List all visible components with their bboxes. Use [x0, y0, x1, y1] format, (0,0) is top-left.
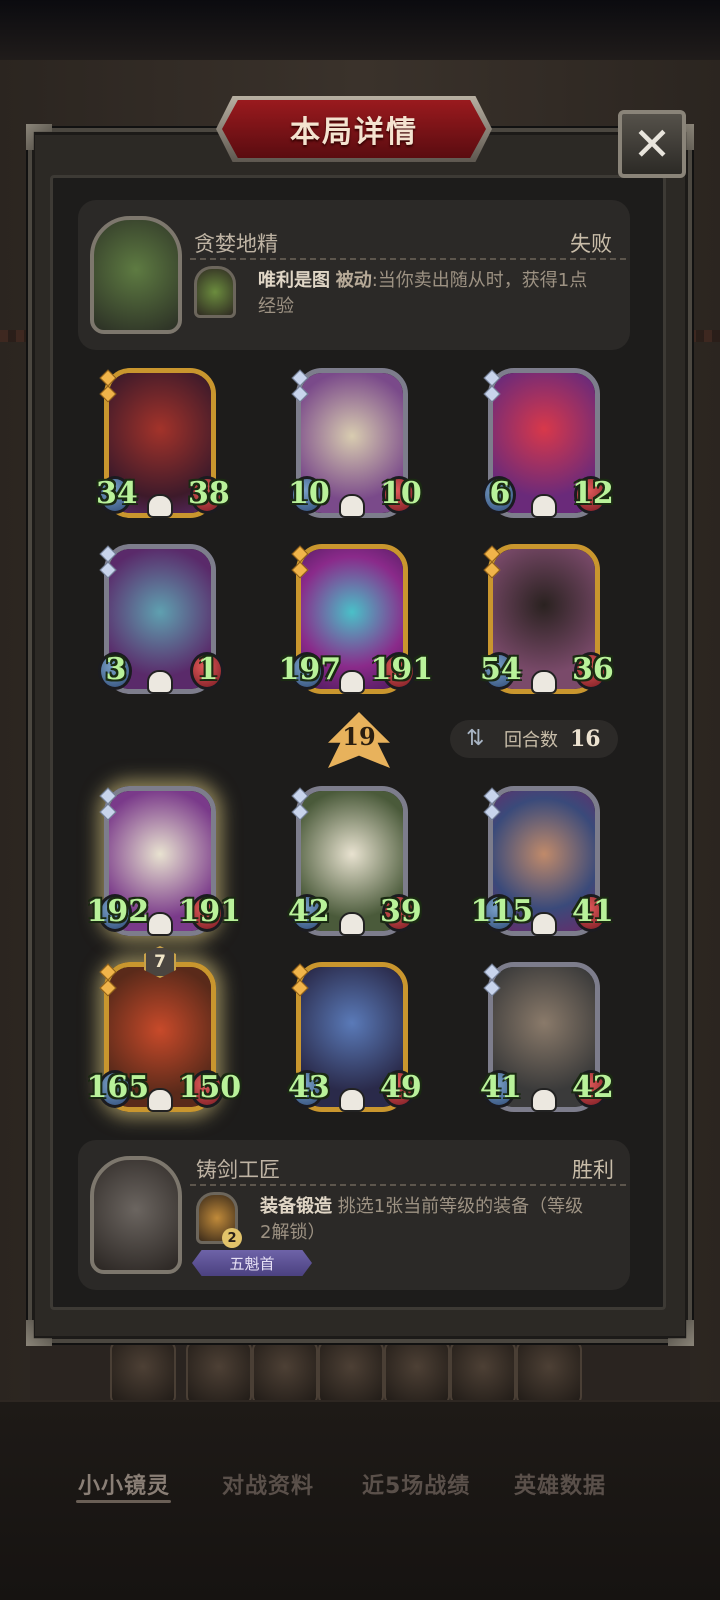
minion-attack-value: 6 [489, 476, 511, 511]
minion-health-value: 38 [188, 476, 230, 511]
opponent-hero-name: 贪婪地精 [194, 232, 278, 256]
minion-health-value: 39 [380, 894, 422, 929]
background-minion-token [110, 1340, 176, 1406]
nav-active-indicator [76, 1500, 171, 1503]
deathrattle-skull-icon [531, 912, 557, 936]
player-result: 胜利 [572, 1158, 614, 1182]
round-label: 回合数 [504, 730, 558, 751]
power-cost-badge: 2 [222, 1228, 242, 1248]
close-icon: ✕ [632, 117, 672, 171]
minion-attack-value: 192 [86, 894, 150, 929]
nav-tab-recent-five[interactable]: 近5场战绩 [362, 1468, 470, 1500]
minion-attack-value: 3 [105, 652, 127, 687]
background-minion-token [318, 1340, 384, 1406]
minion-health-value: 42 [572, 1070, 614, 1105]
opponent-power-text: :当你卖出随从时，获得1点 [371, 270, 588, 291]
minion-attack-value: 115 [470, 894, 534, 929]
player-power-text-2: 2解锁） [260, 1222, 326, 1243]
deathrattle-skull-icon [147, 1088, 173, 1112]
minion-attack-value: 165 [86, 1070, 150, 1105]
close-button[interactable]: ✕ [618, 110, 686, 178]
minion-attack-value: 41 [480, 1070, 522, 1105]
player-hero-portrait[interactable] [90, 1156, 182, 1274]
deathrattle-skull-icon [531, 494, 557, 518]
player-power-name: 装备锻造 [260, 1196, 332, 1217]
player-power-text: 挑选1张当前等级的装备（等级 [337, 1196, 584, 1217]
opponent-result: 失败 [570, 232, 612, 256]
player-hero-name: 铸剑工匠 [196, 1158, 280, 1182]
minion-health-value: 191 [178, 894, 242, 929]
minion-attack-value: 42 [288, 894, 330, 929]
deathrattle-skull-icon [339, 912, 365, 936]
background-minion-token [384, 1340, 450, 1406]
player-hero-power-desc: 装备锻造 挑选1张当前等级的装备（等级 2解锁） [260, 1194, 620, 1246]
minion-health-value: 10 [380, 476, 422, 511]
opponent-power-text-2: 经验 [258, 296, 294, 317]
deathrattle-skull-icon [531, 670, 557, 694]
minion-health-value: 12 [572, 476, 614, 511]
nav-tab-hero-data[interactable]: 英雄数据 [514, 1468, 606, 1500]
deathrattle-skull-icon [339, 1088, 365, 1112]
background-minion-token [252, 1340, 318, 1406]
round-counter: ⇅ 回合数 16 [450, 720, 618, 758]
minion-attack-value: 54 [480, 652, 522, 687]
background-minion-token [186, 1340, 252, 1406]
deathrattle-skull-icon [339, 670, 365, 694]
title-banner: 本局详情 [222, 100, 486, 158]
player-title-badge: 五魁首 [192, 1250, 312, 1276]
background-minion-token [516, 1340, 582, 1406]
opponent-hero-power-icon[interactable] [194, 266, 236, 318]
nav-tab-battle-info[interactable]: 对战资料 [222, 1468, 314, 1500]
round-value: 16 [570, 726, 601, 752]
minion-health-value: 1 [197, 652, 219, 687]
minion-attack-value: 43 [288, 1070, 330, 1105]
minion-attack-value: 34 [96, 476, 138, 511]
deathrattle-skull-icon [147, 670, 173, 694]
tavern-tier-value: 19 [342, 722, 376, 751]
deathrattle-skull-icon [147, 494, 173, 518]
divider [190, 1184, 626, 1186]
opponent-power-type: 被动 [335, 270, 372, 291]
deathrattle-skull-icon [339, 494, 365, 518]
opponent-power-name: 唯利是图 [258, 270, 330, 291]
deathrattle-skull-icon [531, 1088, 557, 1112]
minion-health-value: 191 [370, 652, 434, 687]
minion-health-value: 41 [572, 894, 614, 929]
page-title: 本局详情 [290, 115, 418, 150]
nav-tab-minions[interactable]: 小小镜灵 [78, 1468, 170, 1500]
deathrattle-skull-icon [147, 912, 173, 936]
minion-attack-value: 10 [288, 476, 330, 511]
opponent-hero-power-desc: 唯利是图 被动:当你卖出随从时，获得1点 经验 [258, 268, 618, 320]
divider [190, 258, 626, 260]
background-minion-token [450, 1340, 516, 1406]
minion-health-value: 36 [572, 652, 614, 687]
opponent-hero-portrait[interactable] [90, 216, 182, 334]
minion-health-value: 150 [178, 1070, 242, 1105]
round-icon: ⇅ [466, 726, 485, 751]
minion-attack-value: 197 [278, 652, 342, 687]
minion-health-value: 49 [380, 1070, 422, 1105]
